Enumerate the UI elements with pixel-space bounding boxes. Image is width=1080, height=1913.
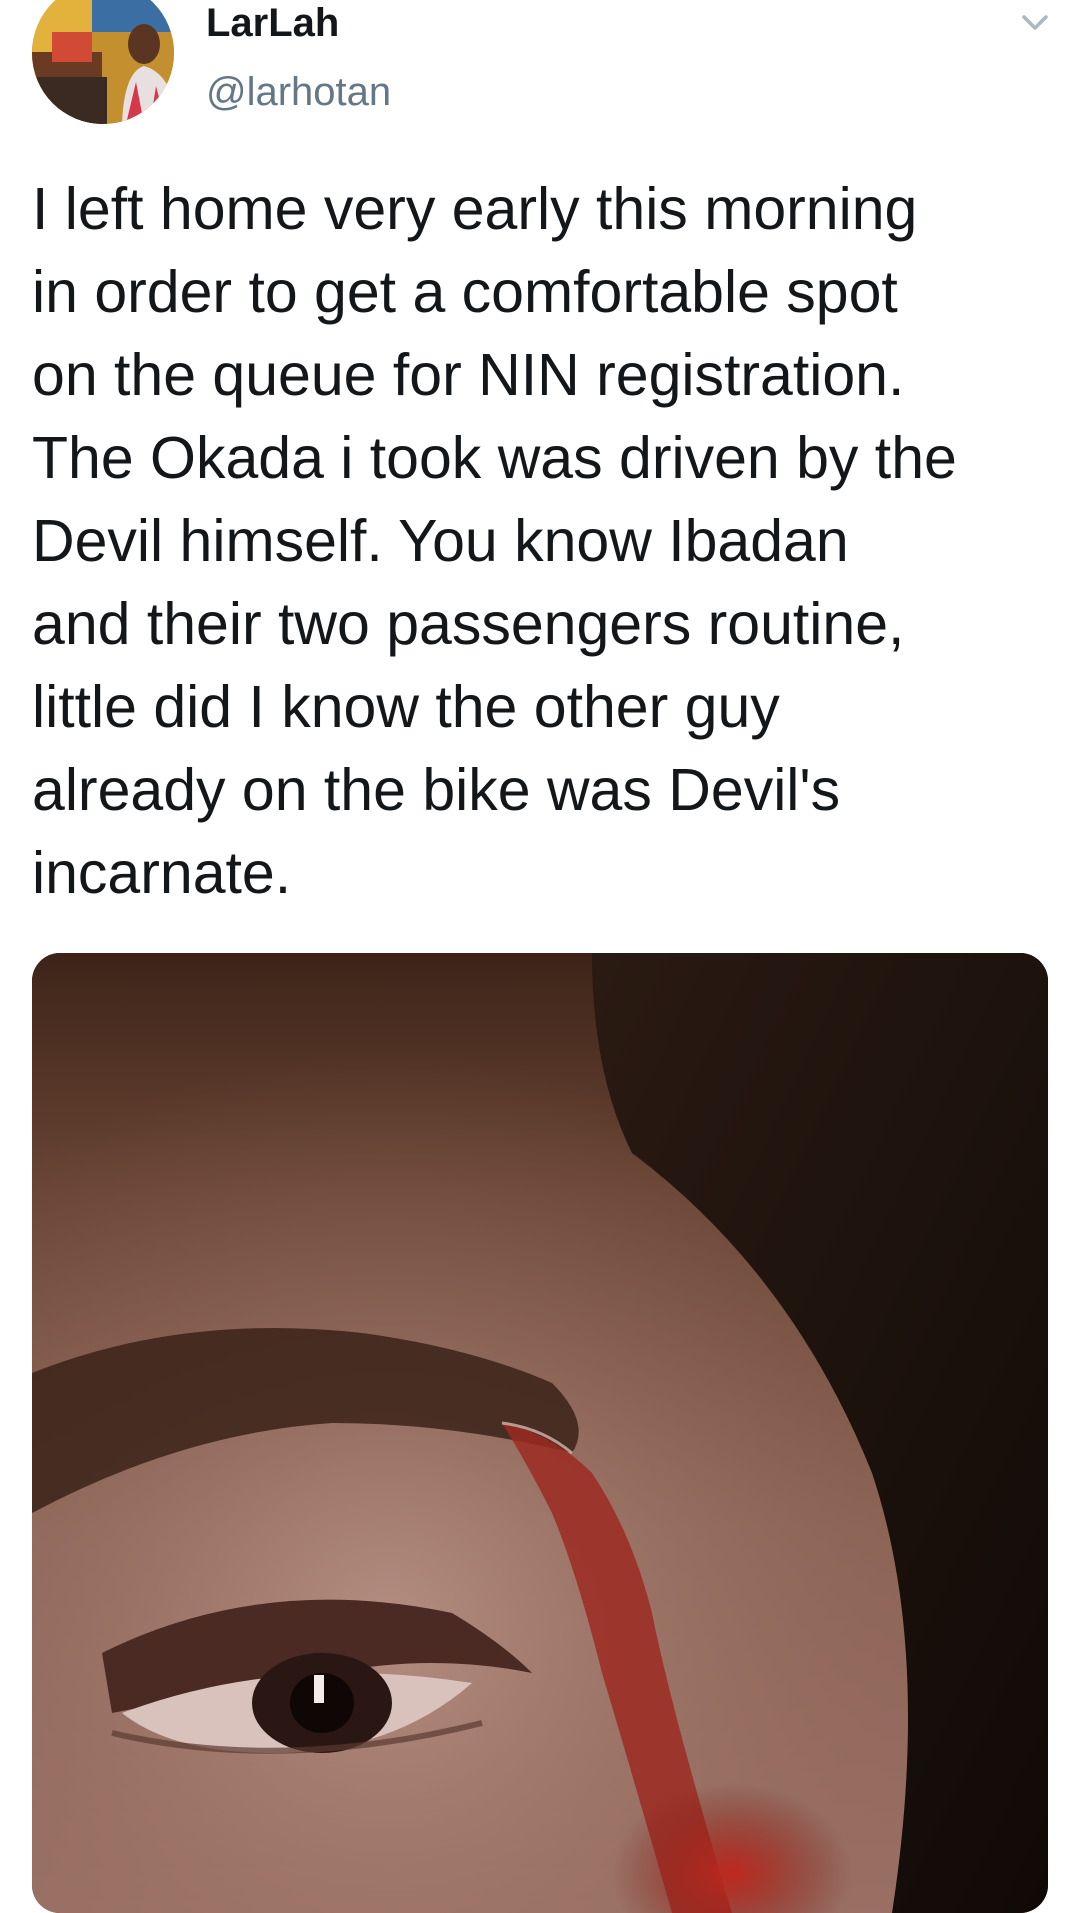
tweet-photo[interactable] bbox=[32, 953, 1048, 1913]
profile-avatar[interactable] bbox=[32, 0, 174, 124]
tweet-author: LarLah @larhotan bbox=[206, 0, 391, 116]
author-display-name[interactable]: LarLah bbox=[206, 0, 391, 46]
author-handle[interactable]: @larhotan bbox=[206, 68, 391, 116]
tweet-text: I left home very early this morning in o… bbox=[32, 176, 957, 906]
avatar-image bbox=[32, 0, 174, 124]
chevron-down-icon[interactable] bbox=[1018, 8, 1052, 38]
tweet: LarLah @larhotan I left home very early … bbox=[0, 0, 1080, 1913]
photo-image bbox=[32, 953, 1048, 1913]
